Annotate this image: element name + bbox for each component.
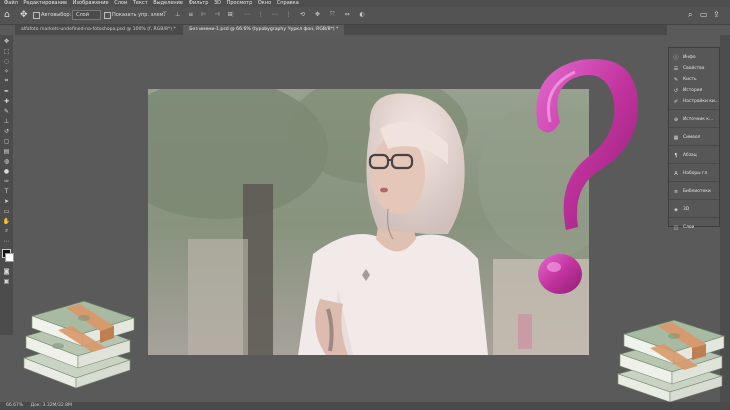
panel-libraries[interactable]: ≡ Библиотеки [669,186,719,197]
menu-item[interactable]: Файл [4,0,18,7]
panel-label: Кисть [683,77,697,82]
panel-brush-settings[interactable]: ✐ Настройки ки... [669,96,719,107]
panel-3d[interactable]: ◈ 3D [669,204,719,215]
swatches-icon: ▦ [673,134,679,141]
eraser-tool-icon[interactable]: ◻ [2,137,11,145]
properties-icon: ☰ [673,65,679,72]
screen-mode-icon[interactable]: ▣ [2,277,11,285]
pen-tool-icon[interactable]: ✑ [2,177,11,185]
glyphs-icon: A [674,170,678,177]
gradient-tool-icon[interactable]: ▤ [2,147,11,155]
status-bar: 66.67% Док: 3.32M/32.8M [0,402,730,410]
panel-label: Источник к... [683,117,714,122]
clone-source-icon: ⊕ [673,116,679,123]
crop-tool-icon[interactable]: ⌗ [2,77,11,85]
3d-icon: ◈ [674,206,678,213]
healing-brush-icon[interactable]: ✚ [2,97,11,105]
money-stack-right [616,319,726,403]
menu-item[interactable]: Изображение [73,0,109,7]
options-bar: ⌂ ✥ Автовыбор: Слой Показать упр. элем. … [0,7,730,25]
tools-panel: ✥ ⬚ ◌ ✧ ⌗ ✒ ✚ ✎ ⊥ ↺ ◻ ▤ ◍ ● ✑ T ➤ ▭ ✋ ⌕ … [0,35,14,335]
eyedropper-icon[interactable]: ✒ [2,87,11,95]
3d-mode-icons[interactable]: ⟲ ✥ ⤧ ⇔ ◐ [300,11,369,19]
menu-item[interactable]: Фильтр [189,0,209,7]
color-swatches[interactable] [0,249,14,265]
panel-label: Символ [683,135,701,140]
menu-bar: Файл Редактирование Изображение Слои Тек… [0,0,730,7]
menu-item[interactable]: Текст [133,0,148,7]
panel-layers[interactable]: ◫ Слои [669,222,719,233]
share-icon[interactable]: ⇪ [713,10,720,19]
marquee-tool-icon[interactable]: ⬚ [2,47,11,55]
panel-label: Библиотеки [683,189,711,194]
brush-icon: ✎ [673,76,679,83]
dodge-tool-icon[interactable]: ● [2,167,11,175]
history-icon: ↺ [673,87,679,94]
search-icon[interactable]: ⌕ [688,10,692,20]
menu-item[interactable]: Выделение [153,0,183,7]
panel-label: Свойства [683,66,705,71]
panel-brush[interactable]: ✎ Кисть [669,74,719,85]
layers-icon: ◫ [673,224,679,231]
document-size: Док: 3.32M/32.8M [30,403,72,408]
more-tools-icon[interactable]: ⋯ [2,237,11,245]
panel-label: Инфо [683,55,696,60]
menu-item[interactable]: Окно [258,0,271,7]
show-controls-checkbox[interactable] [104,12,111,19]
paragraph-styles-icon: ≡ [673,188,679,195]
type-tool-icon[interactable]: T [2,187,11,195]
hand-tool-icon[interactable]: ✋ [2,217,11,225]
tab-document-2[interactable]: Без имени-1.psd @ 66.6% (typobygraphy Чу… [183,25,345,35]
panel-info[interactable]: ⓘ Инфо [669,52,719,63]
background-color-swatch[interactable] [5,253,14,262]
panels-dock: ⓘ Инфо ☰ Свойства ✎ Кисть ↺ История ✐ Настрой… [668,47,720,231]
menu-item[interactable]: 3D [214,0,221,7]
quick-mask-icon[interactable]: ◙ [2,267,11,275]
distribute-icons[interactable]: ⋮ ⋯ ⋮ ⋯ ⋮ [230,11,295,18]
align-icons[interactable]: ⊤ ⊥ ≡ ⊢ ⊣ ⊞ [162,11,236,18]
lasso-tool-icon[interactable]: ◌ [2,57,11,65]
auto-select-label: Автовыбор: [41,12,72,18]
brush-tool-icon[interactable]: ✎ [2,107,11,115]
panel-label: Настройки ки... [683,99,719,104]
move-tool-icon[interactable]: ✥ [20,10,28,20]
money-stack-left [22,300,136,389]
auto-select-dropdown[interactable]: Слой [72,10,101,20]
panel-history[interactable]: ↺ История [669,85,719,96]
panel-label: История [683,88,703,93]
panel-paragraph[interactable]: ¶ Абзац [669,150,719,161]
auto-select-checkbox[interactable] [33,12,40,19]
panel-label: Наборы гл [683,171,708,176]
menu-item[interactable]: Слои [114,0,127,7]
panel-clone-source[interactable]: ⊕ Источник к... [669,114,719,125]
show-controls-label: Показать упр. элем. [112,12,166,18]
history-brush-icon[interactable]: ↺ [2,127,11,135]
panel-character[interactable]: ▦ Символ [669,132,719,143]
panel-label: Слои [683,225,695,230]
document-tabs: alfafoto markets-undefined-na-fotoshopa.… [15,25,667,35]
paragraph-icon: ¶ [674,152,678,159]
blur-tool-icon[interactable]: ◍ [2,157,11,165]
question-mark-graphic [536,58,638,294]
magic-wand-icon[interactable]: ✧ [2,67,11,75]
zoom-tool-icon[interactable]: ⌕ [2,227,11,235]
panel-label: 3D [683,207,690,212]
info-icon: ⓘ [673,55,679,61]
panel-glyphs[interactable]: A Наборы гл [669,168,719,179]
brush-settings-icon: ✐ [673,98,679,105]
panel-label: Абзац [683,153,697,158]
tab-document-1[interactable]: alfafoto markets-undefined-na-fotoshopa.… [15,25,182,35]
menu-item[interactable]: Справка [277,0,299,7]
menu-item[interactable]: Редактирование [23,0,67,7]
zoom-level[interactable]: 66.67% [6,403,23,408]
shape-tool-icon[interactable]: ▭ [2,207,11,215]
workspace-icon[interactable]: ▭ [700,10,708,19]
panel-properties[interactable]: ☰ Свойства [669,63,719,74]
path-select-icon[interactable]: ➤ [2,197,11,205]
stamp-tool-icon[interactable]: ⊥ [2,117,11,125]
home-icon[interactable]: ⌂ [4,10,10,20]
move-tool-icon[interactable]: ✥ [2,37,11,45]
menu-item[interactable]: Просмотр [227,0,253,7]
